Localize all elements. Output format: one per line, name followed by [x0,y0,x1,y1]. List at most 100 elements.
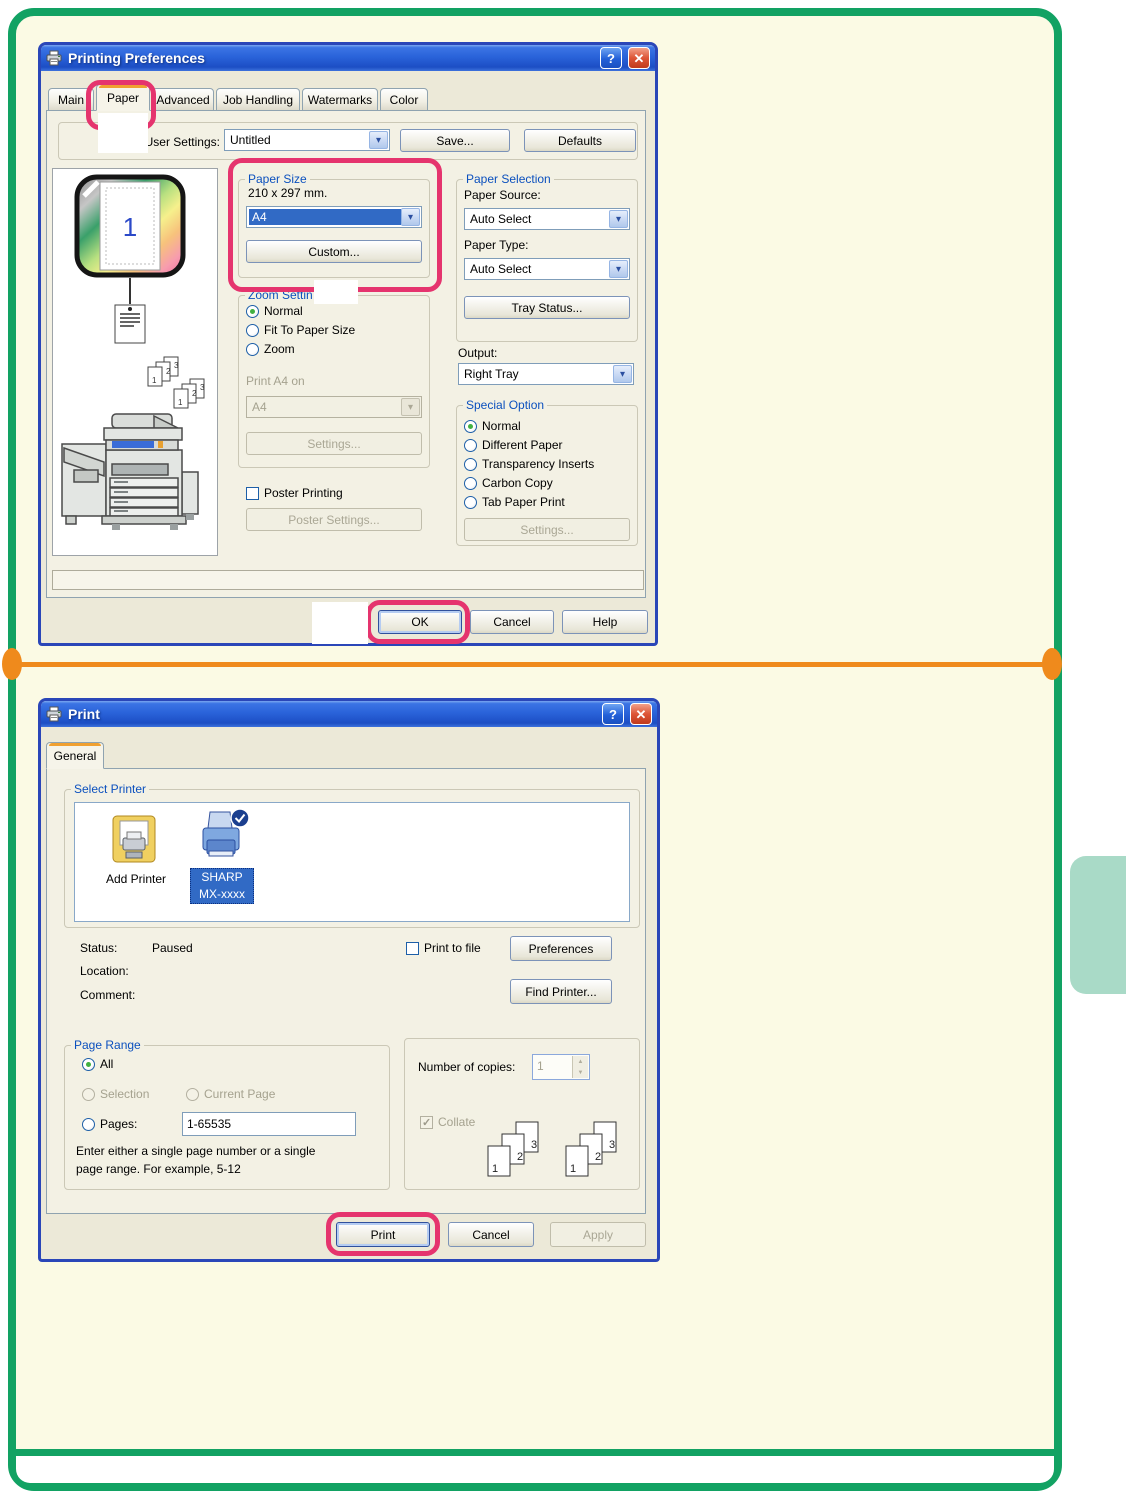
print-button[interactable]: Print [336,1222,430,1247]
zoom-normal-radio[interactable] [246,305,259,318]
special-settings-button: Settings... [464,518,630,541]
print-to-file-label: Print to file [424,941,481,955]
poster-printing-checkbox[interactable] [246,487,259,500]
print-a4-on-value: A4 [249,399,401,415]
comment-label: Comment: [80,988,135,1002]
paper-dimensions: 210 x 297 mm. [248,186,327,200]
chevron-down-icon[interactable]: ▾ [609,210,628,228]
svg-text:3: 3 [531,1139,537,1151]
carbon-copy-label: Carbon Copy [482,476,553,490]
fit-to-paper-label: Fit To Paper Size [264,323,355,337]
tray-status-button[interactable]: Tray Status... [464,296,630,319]
pages-radio[interactable] [82,1118,95,1131]
divider-right-dot [1042,648,1062,680]
print-to-file-checkbox[interactable] [406,942,419,955]
chevron-down-icon[interactable]: ▾ [613,365,632,383]
status-label: Status: [80,941,117,955]
special-normal-radio[interactable] [464,420,477,433]
close-icon[interactable]: ✕ [630,703,652,725]
ok-button[interactable]: OK [378,610,462,634]
tab-job-handling[interactable]: Job Handling [216,88,300,111]
help-button[interactable]: Help [562,610,648,634]
defaults-button[interactable]: Defaults [524,129,636,152]
preview-rainbow-thumbnail: 1 [74,174,186,281]
svg-text:1: 1 [178,398,183,407]
output-value: Right Tray [461,366,613,382]
spin-down-icon[interactable]: ▼ [578,1070,584,1076]
zoom-settings-button: Settings... [246,432,422,455]
svg-text:3: 3 [174,361,179,370]
printer-icon [46,50,62,66]
sharp-printer-item[interactable]: SHARP MX-xxxx [190,868,254,904]
print-titlebar: Print ? ✕ [41,701,657,727]
page-range-hint-line2: page range. For example, 5-12 [76,1162,241,1176]
svg-text:1: 1 [152,376,157,385]
find-printer-button[interactable]: Find Printer... [510,979,612,1004]
cancel-button[interactable]: Cancel [448,1222,534,1247]
current-page-radio [186,1088,199,1101]
paper-type-label: Paper Type: [464,238,529,252]
number-of-copies-label: Number of copies: [418,1060,515,1074]
save-button[interactable]: Save... [400,129,510,152]
user-settings-combo[interactable]: Untitled ▾ [224,129,390,151]
chevron-down-icon[interactable]: ▾ [369,131,388,149]
callout-erase-patch [314,280,358,304]
status-value: Paused [152,941,193,955]
collate-illustration: 3 2 1 3 2 1 [486,1120,638,1191]
svg-text:1: 1 [492,1163,498,1175]
add-printer-icon[interactable] [108,812,160,869]
location-label: Location: [80,964,129,978]
output-label: Output: [458,346,497,360]
copies-stepper[interactable]: 1 ▲ ▼ [532,1054,590,1080]
paper-selection-legend: Paper Selection [466,172,551,186]
collate-label: Collate [438,1115,475,1129]
print-a4-on-combo: A4 ▾ [246,396,422,418]
spin-up-icon[interactable]: ▲ [578,1059,584,1065]
dialog-title: Print [68,706,100,722]
tab-general[interactable]: General [46,742,104,769]
fit-to-paper-radio[interactable] [246,324,259,337]
page-range-legend: Page Range [74,1038,141,1052]
chevron-down-icon[interactable]: ▾ [609,260,628,278]
sharp-printer-icon[interactable] [196,808,250,869]
callout-erase-patch-tab [98,113,148,153]
transparency-inserts-radio[interactable] [464,458,477,471]
tab-advanced[interactable]: Advanced [152,88,214,111]
tab-paper-print-radio[interactable] [464,496,477,509]
preview-connector-line [129,278,131,304]
selection-radio [82,1088,95,1101]
different-paper-radio[interactable] [464,439,477,452]
tab-watermarks[interactable]: Watermarks [302,88,378,111]
custom-button[interactable]: Custom... [246,240,422,263]
help-icon[interactable]: ? [602,703,624,725]
poster-printing-label: Poster Printing [264,486,343,500]
copies-value: 1 [537,1059,544,1073]
printer-illustration [54,410,204,555]
tab-paper[interactable]: Paper [96,84,150,111]
svg-text:2: 2 [166,367,171,376]
output-combo[interactable]: Right Tray ▾ [458,363,634,385]
section-divider [12,662,1052,667]
carbon-copy-radio[interactable] [464,477,477,490]
page-footer-strip [16,1449,1054,1483]
paper-source-combo[interactable]: Auto Select ▾ [464,208,630,230]
zoom-radio[interactable] [246,343,259,356]
select-printer-legend: Select Printer [74,782,146,796]
pages-input[interactable]: 1-65535 [182,1112,356,1136]
paper-type-combo[interactable]: Auto Select ▾ [464,258,630,280]
selection-label: Selection [100,1087,149,1101]
svg-text:1: 1 [570,1163,576,1175]
tab-color[interactable]: Color [380,88,428,111]
user-settings-value: Untitled [227,132,369,148]
chevron-down-icon: ▾ [401,398,420,416]
add-printer-label[interactable]: Add Printer [86,872,186,886]
help-icon[interactable]: ? [600,47,622,69]
manual-page: Printing Preferences ? ✕ Main Paper Adva… [0,0,1126,1500]
paper-size-combo[interactable]: A4 ▾ [246,206,422,228]
tab-main[interactable]: Main [48,88,94,111]
all-radio[interactable] [82,1058,95,1071]
preferences-button[interactable]: Preferences [510,936,612,961]
chevron-down-icon[interactable]: ▾ [401,208,420,226]
close-icon[interactable]: ✕ [628,47,650,69]
cancel-button[interactable]: Cancel [470,610,554,634]
